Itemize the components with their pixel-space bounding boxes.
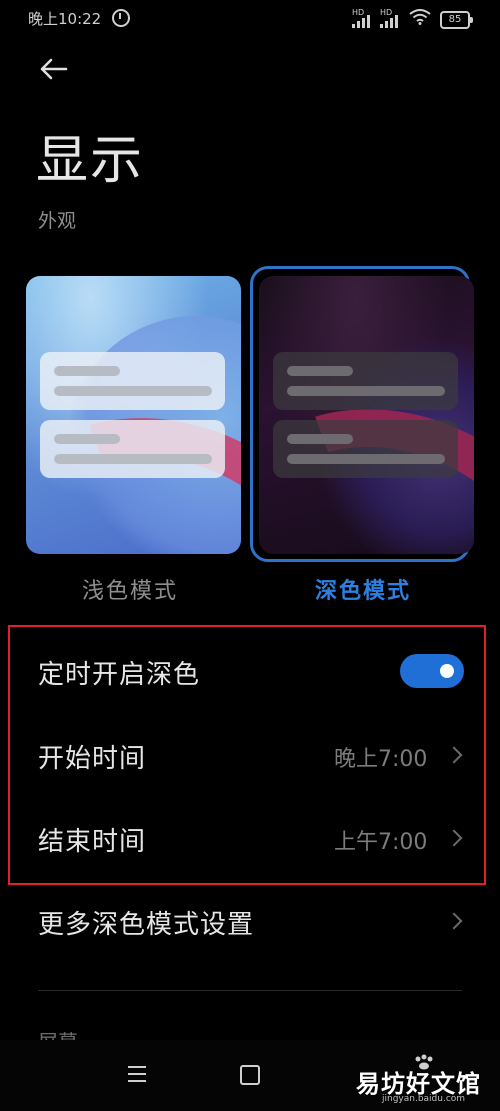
section-header-appearance: 外观: [38, 210, 77, 232]
home-icon[interactable]: [240, 1065, 260, 1085]
divider: [38, 990, 462, 991]
back-arrow-icon[interactable]: [36, 52, 70, 86]
toggle-knob: [440, 664, 454, 678]
section-header-partial: 屏幕: [38, 1026, 78, 1040]
battery-indicator: 85: [440, 11, 473, 29]
chevron-right-icon: [445, 912, 463, 930]
menu-icon[interactable]: [128, 1066, 146, 1087]
schedule-dark-toggle[interactable]: [400, 654, 464, 688]
more-dark-mode-settings[interactable]: 更多深色模式设置: [38, 904, 254, 941]
end-time-value[interactable]: 上午7:00: [334, 824, 427, 856]
wifi-icon: [409, 9, 431, 25]
watermark-url: jingyan.baidu.com: [382, 1094, 466, 1104]
page-title: 显示: [36, 131, 145, 191]
dark-mode-label[interactable]: 深色模式: [315, 573, 411, 605]
start-time-value[interactable]: 晚上7:00: [334, 741, 427, 773]
alarm-icon: [112, 9, 131, 27]
start-time-label[interactable]: 开始时间: [38, 738, 146, 775]
status-time: 晚上10:22: [28, 10, 102, 28]
status-bar: 晚上10:22: [28, 8, 131, 29]
preview-card: [40, 420, 225, 478]
schedule-dark-toggle-label[interactable]: 定时开启深色: [38, 654, 200, 691]
light-mode-preview[interactable]: [26, 276, 241, 554]
dark-mode-preview[interactable]: [259, 276, 474, 554]
light-mode-label[interactable]: 浅色模式: [82, 573, 178, 605]
signal-icon: HD: [380, 8, 398, 28]
signal-icon: HD: [352, 8, 370, 28]
preview-card: [273, 352, 458, 410]
preview-card: [40, 352, 225, 410]
hd-label: HD: [352, 8, 365, 17]
hd-label: HD: [380, 8, 393, 17]
preview-card: [273, 420, 458, 478]
end-time-label[interactable]: 结束时间: [38, 821, 146, 858]
